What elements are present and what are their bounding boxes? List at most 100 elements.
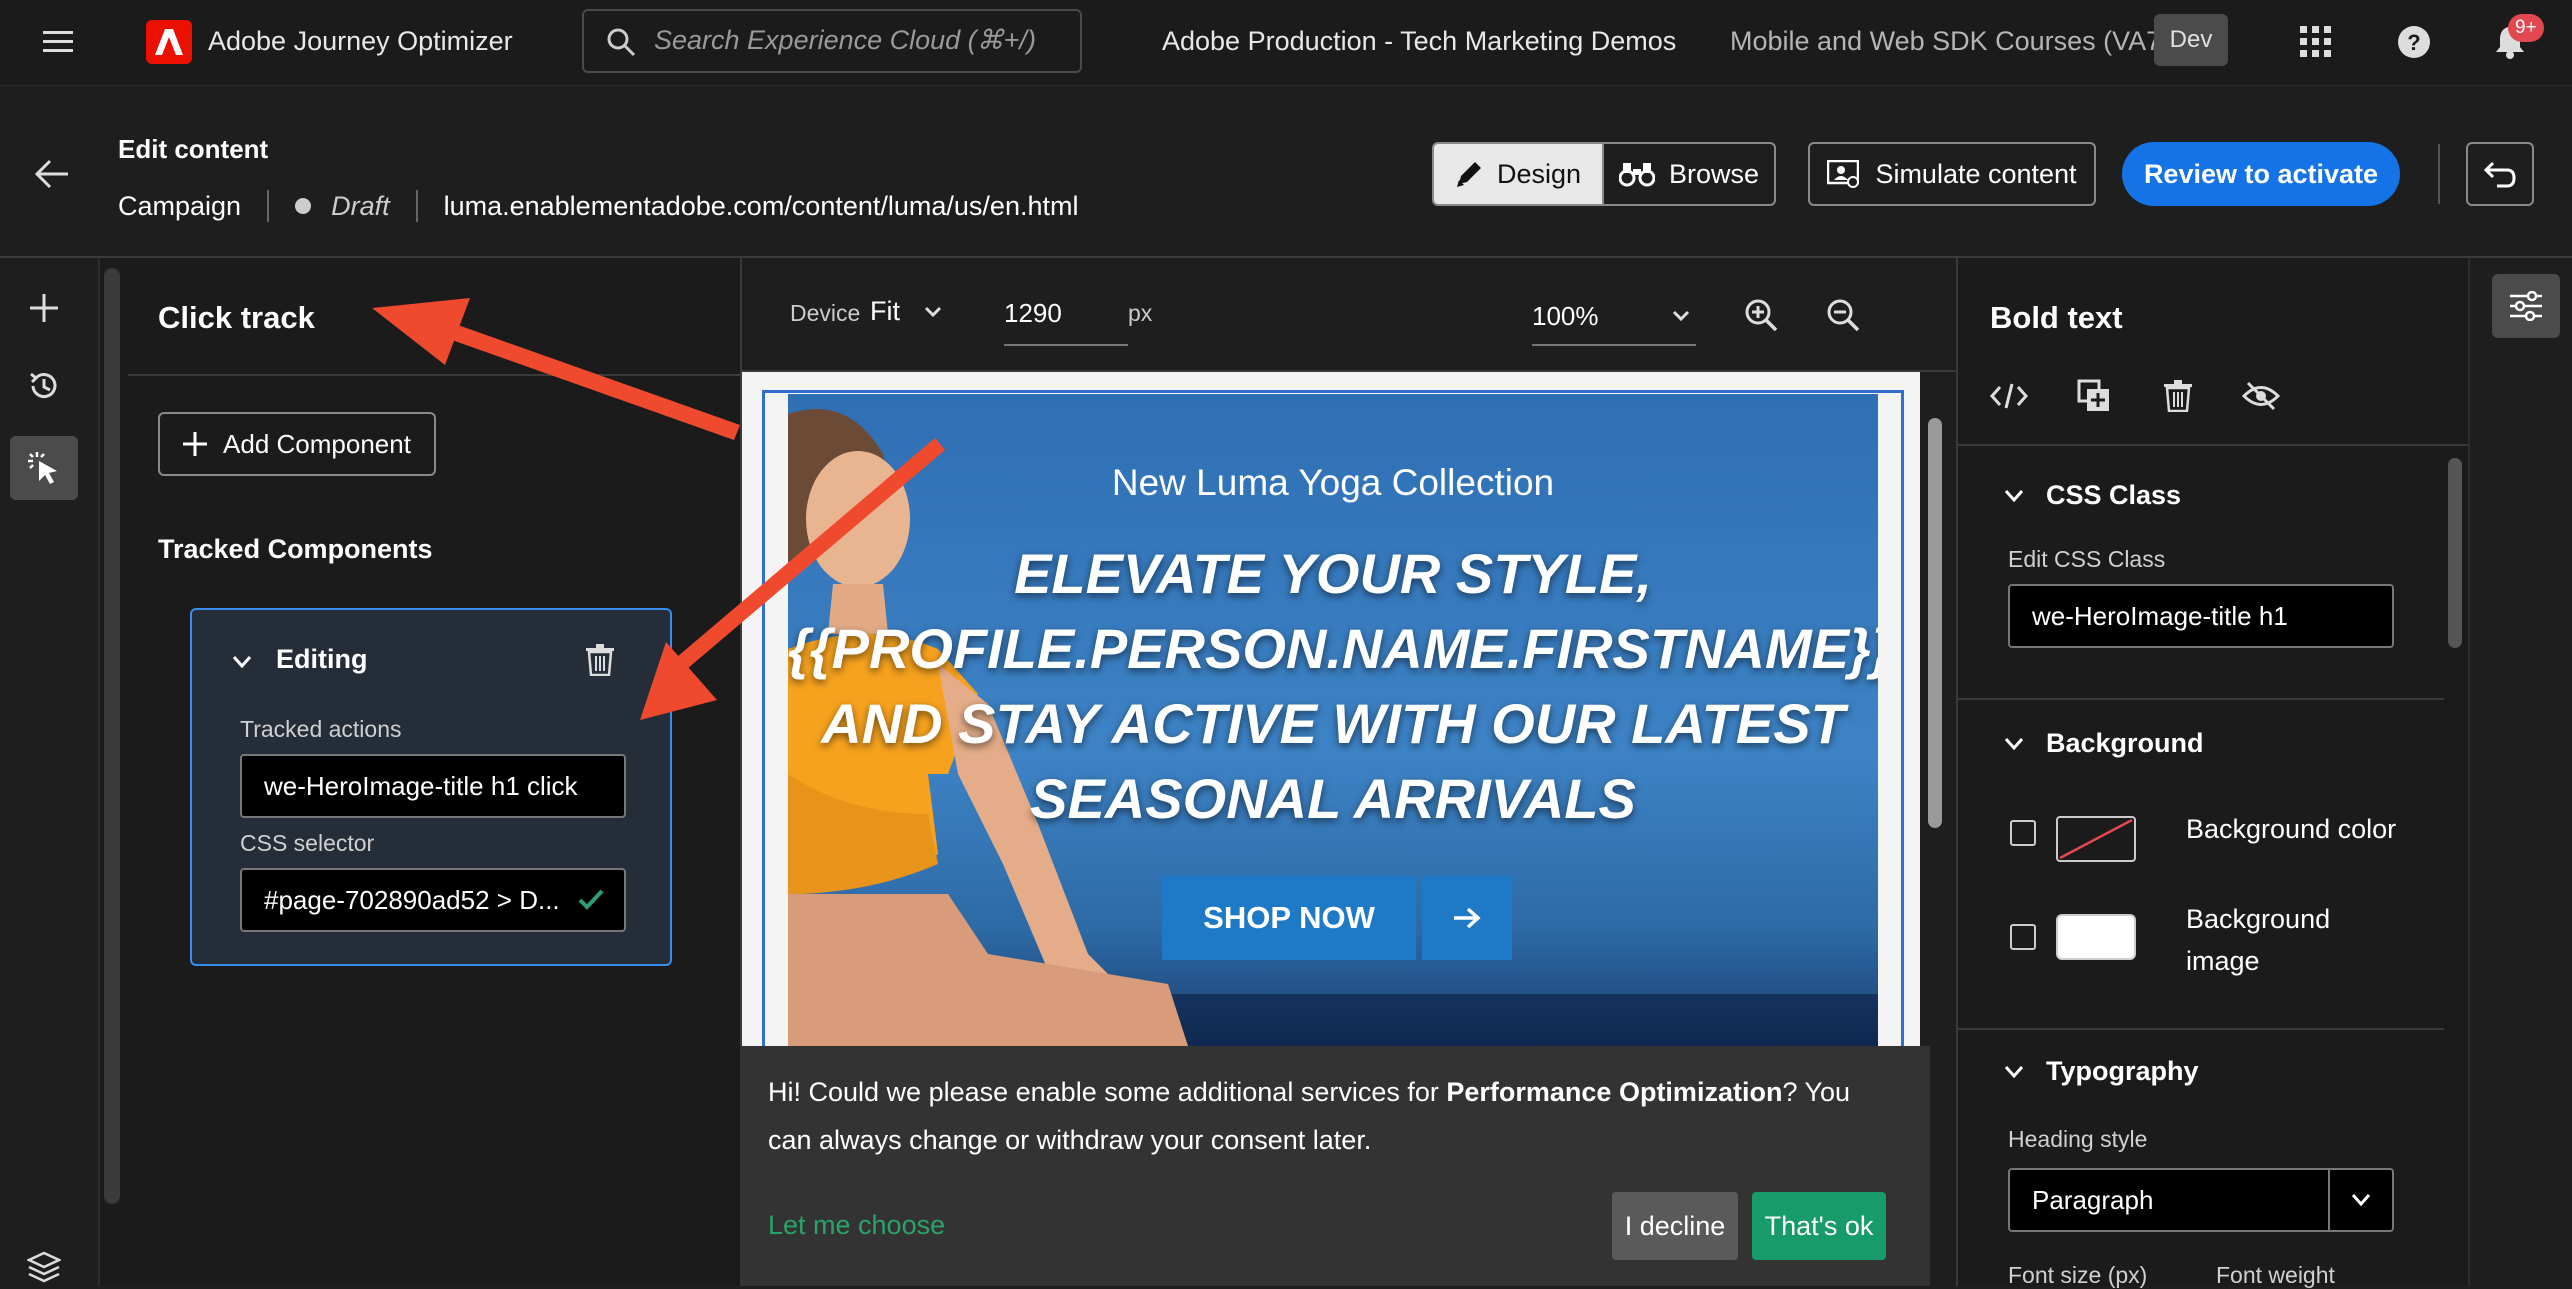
sandbox-switcher[interactable]: Mobile and Web SDK Courses (VA7) [1730,26,2170,57]
history-icon[interactable] [24,366,64,406]
properties-title: Bold text [1990,300,2123,335]
css-selector-value: #page-702890ad52 > D... [264,884,560,915]
tracked-actions-field[interactable]: we-HeroImage-title h1 click [240,754,626,818]
chevron-down-icon [924,306,942,318]
css-selector-field[interactable]: #page-702890ad52 > D... [240,868,626,932]
hide-visibility-icon[interactable] [2240,376,2282,416]
click-track-panel: Click track Add Component Tracked Compon… [100,258,740,1286]
zoom-out-icon[interactable] [1822,294,1864,336]
panel-scrollbar[interactable] [104,268,120,1204]
device-label: Device [790,300,861,326]
browse-mode-button[interactable]: Browse [1602,144,1774,204]
simulate-label: Simulate content [1875,158,2077,189]
accept-button[interactable]: That's ok [1752,1192,1886,1260]
binoculars-icon [1618,161,1655,187]
mode-switcher: Design Browse [1432,142,1776,206]
search-input[interactable]: Search Experience Cloud (⌘+/) [582,9,1082,73]
duplicate-icon[interactable] [2074,376,2114,416]
add-icon[interactable] [24,288,64,328]
campaign-type: Campaign [118,190,242,221]
background-color-checkbox[interactable] [2010,820,2036,846]
app-name[interactable]: Adobe Journey Optimizer [208,26,513,57]
back-arrow-icon[interactable] [32,154,72,194]
status-dot-icon [295,198,312,214]
page-url: luma.enablementadobe.com/content/luma/us… [443,190,1079,221]
search-icon [604,25,638,59]
cookie-consent-banner: Hi! Could we please enable some addition… [740,1046,1930,1286]
heading-style-value: Paragraph [2032,1184,2154,1215]
edit-css-class-field[interactable]: we-HeroImage-title h1 [2008,584,2394,648]
zoom-value: 100% [1532,300,1599,331]
code-icon[interactable] [1988,378,2030,414]
consent-text: Hi! Could we please enable some addition… [768,1068,1878,1164]
zoom-picker[interactable]: 100% [1532,288,1696,346]
section-divider [1958,1028,2444,1030]
org-switcher[interactable]: Adobe Production - Tech Marketing Demos [1162,26,1676,57]
css-class-section-title: CSS Class [2046,480,2182,510]
adobe-logo-icon[interactable] [146,20,192,64]
breadcrumb-divider [267,190,270,222]
add-component-button[interactable]: Add Component [158,412,436,476]
right-tool-rail [2468,258,2572,1286]
simulate-icon [1827,160,1860,188]
hero-title[interactable]: ELEVATE YOUR STYLE, {{PROFILE.PERSON.NAM… [788,536,1878,836]
consent-text-bold: Performance Optimization [1446,1077,1783,1107]
edit-css-class-label: Edit CSS Class [2008,546,2166,572]
undo-button[interactable] [2466,142,2534,206]
hero-image[interactable]: New Luma Yoga Collection ELEVATE YOUR ST… [788,394,1878,1046]
width-input[interactable]: 1290 [1004,288,1128,346]
search-placeholder: Search Experience Cloud (⌘+/) [654,25,1036,55]
device-picker[interactable]: Fit [870,296,942,327]
background-color-label: Background color [2186,814,2397,844]
status-label: Draft [331,190,390,221]
decline-button[interactable]: I decline [1612,1192,1738,1260]
apps-grid-icon[interactable] [2296,22,2336,62]
environment-badge: Dev [2154,14,2228,66]
chevron-down-icon [2004,489,2024,503]
preview-scrollbar[interactable] [1928,418,1942,828]
background-image-checkbox[interactable] [2010,924,2036,950]
background-section-toggle[interactable]: Background [2004,728,2204,759]
shop-now-button[interactable]: SHOP NOW [1162,876,1512,960]
css-class-section-toggle[interactable]: CSS Class [2004,480,2181,511]
typography-section-title: Typography [2046,1056,2199,1086]
section-divider [1958,698,2444,700]
chevron-down-icon[interactable] [230,650,254,674]
css-selector-label: CSS selector [240,830,375,856]
panel-title: Click track [158,300,315,335]
checkmark-icon [578,888,604,910]
chevron-down-icon [2328,1170,2392,1230]
hero-title-line: SEASONAL ARRIVALS [1030,767,1636,830]
background-color-swatch[interactable] [2056,816,2136,862]
arrow-right-icon [1422,876,1512,960]
hamburger-menu-icon[interactable] [38,24,78,60]
background-section-title: Background [2046,728,2204,758]
hero-subtitle[interactable]: New Luma Yoga Collection [788,462,1878,504]
let-me-choose-link[interactable]: Let me choose [768,1210,945,1241]
notification-count-badge: 9+ [2508,14,2544,42]
panel-divider [128,374,740,376]
consent-text-start: Hi! Could we please enable some addition… [768,1077,1447,1107]
click-track-icon[interactable] [10,436,78,500]
breadcrumb: Campaign Draft luma.enablementadobe.com/… [118,190,1078,222]
properties-sliders-icon[interactable] [2492,274,2560,338]
chevron-down-icon [1672,310,1690,322]
right-panel-scrollbar[interactable] [2448,458,2462,648]
properties-panel: Bold text CSS Class Edit CSS Class we-He… [1958,258,2468,1288]
heading-style-select[interactable]: Paragraph [2008,1168,2394,1232]
global-nav-bar: Adobe Journey Optimizer Search Experienc… [0,0,2572,86]
zoom-in-icon[interactable] [1740,294,1782,336]
panel-divider [1958,444,2468,446]
review-to-activate-button[interactable]: Review to activate [2122,142,2400,206]
help-icon[interactable]: ? [2394,22,2434,62]
delete-trash-icon[interactable] [580,640,620,680]
design-mode-button[interactable]: Design [1434,144,1602,204]
simulate-content-button[interactable]: Simulate content [1808,142,2096,206]
font-size-label: Font size (px) [2008,1262,2148,1288]
background-image-swatch[interactable] [2056,914,2136,960]
layers-icon[interactable] [24,1248,64,1286]
browse-label: Browse [1668,158,1760,189]
delete-trash-icon[interactable] [2158,376,2198,416]
typography-section-toggle[interactable]: Typography [2004,1056,2199,1087]
pencil-icon [1455,160,1483,188]
